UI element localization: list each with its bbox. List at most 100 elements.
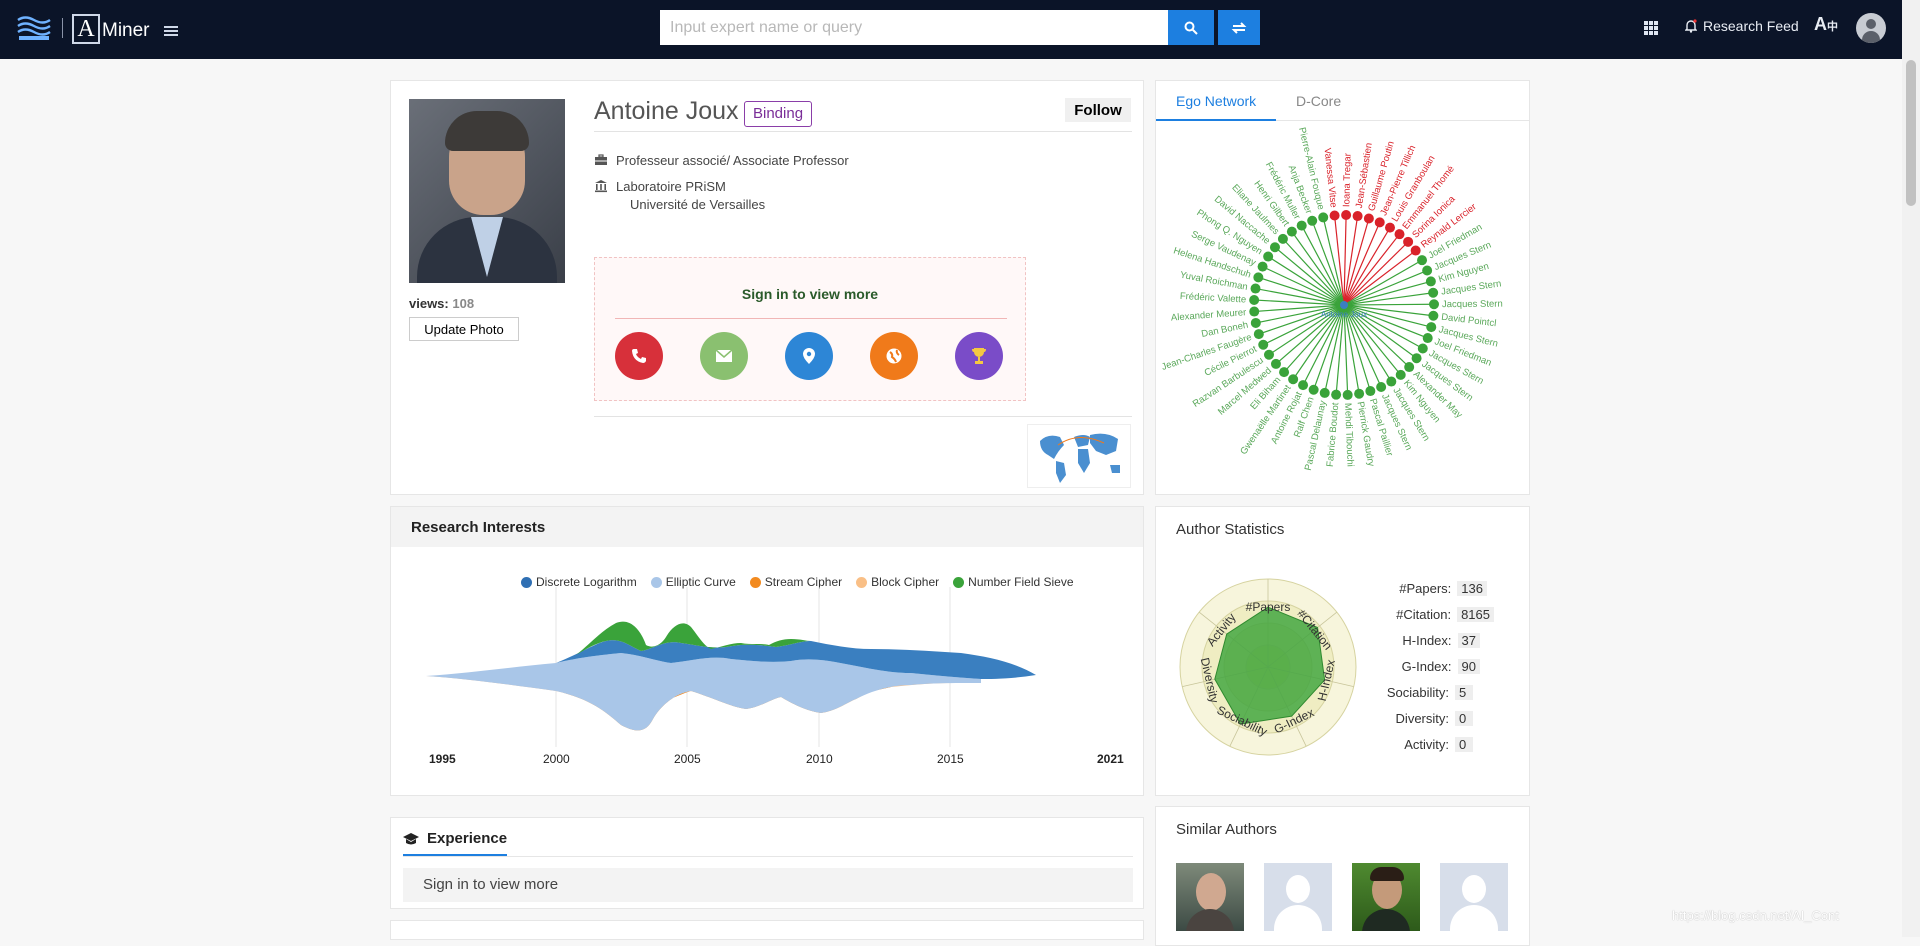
ego-node[interactable] [1365, 386, 1376, 397]
ego-node[interactable] [1428, 299, 1439, 310]
ego-node[interactable] [1384, 222, 1395, 233]
location-icon[interactable] [785, 332, 833, 380]
swap-search-button[interactable] [1218, 10, 1260, 45]
research-interests-title: Research Interests [411, 519, 546, 536]
ego-node[interactable] [1394, 229, 1405, 240]
ego-node[interactable] [1249, 295, 1260, 306]
x-tick-label: 2021 [1097, 752, 1124, 766]
contact-signin-text[interactable]: Sign in to view more [595, 286, 1025, 302]
award-icon[interactable] [955, 332, 1003, 380]
vicvest-logo-icon[interactable] [16, 14, 52, 42]
ego-node[interactable] [1307, 215, 1318, 226]
stat-row: H-Index: 37 [1356, 633, 1516, 648]
similar-author-avatar[interactable] [1264, 863, 1332, 931]
stat-value: 8165 [1457, 607, 1494, 622]
ego-node[interactable] [1331, 389, 1342, 400]
user-avatar[interactable] [1856, 13, 1886, 43]
follow-button[interactable]: Follow [1065, 98, 1131, 122]
ego-node[interactable] [1342, 389, 1353, 400]
search-input[interactable] [660, 10, 1168, 45]
ego-node[interactable] [1318, 212, 1329, 223]
similar-author-avatar[interactable] [1176, 863, 1244, 931]
ego-node[interactable] [1296, 220, 1307, 231]
ego-node[interactable] [1341, 210, 1352, 221]
ego-node[interactable] [1298, 380, 1309, 391]
ego-node[interactable] [1258, 339, 1269, 350]
experience-label: Experience [427, 830, 508, 847]
menu-icon[interactable] [164, 26, 178, 36]
similar-author-avatar[interactable] [1352, 863, 1420, 931]
update-photo-button[interactable]: Update Photo [409, 317, 519, 341]
ego-node[interactable] [1428, 287, 1439, 298]
aminer-logo[interactable]: A Miner [72, 12, 150, 44]
ego-node[interactable] [1270, 358, 1281, 369]
homepage-icon[interactable] [870, 332, 918, 380]
apps-grid-icon[interactable] [1644, 21, 1658, 35]
ego-node[interactable] [1363, 213, 1374, 224]
phone-icon[interactable] [615, 332, 663, 380]
ego-node[interactable] [1417, 255, 1428, 266]
ego-node[interactable] [1253, 272, 1264, 283]
ego-node[interactable] [1411, 353, 1422, 364]
profile-card: views: 108 Update Photo Antoine Joux Bin… [390, 80, 1144, 495]
ego-node[interactable] [1404, 362, 1415, 373]
ego-node[interactable] [1428, 310, 1439, 321]
stat-value: 5 [1455, 685, 1473, 700]
ego-node[interactable] [1249, 306, 1260, 317]
ego-node[interactable] [1286, 226, 1297, 237]
ego-node[interactable] [1257, 261, 1268, 272]
email-icon[interactable] [700, 332, 748, 380]
tab-ego-network[interactable]: Ego Network [1156, 81, 1277, 121]
experience-signin-text[interactable]: Sign in to view more [403, 868, 1133, 902]
ego-node[interactable] [1269, 242, 1280, 253]
stat-label: Diversity: [1395, 711, 1449, 726]
tab-d-core[interactable]: D-Core [1276, 81, 1361, 121]
ego-node[interactable] [1279, 367, 1290, 378]
ego-node[interactable] [1417, 343, 1428, 354]
ego-node[interactable] [1263, 251, 1274, 262]
research-feed-link[interactable]: Research Feed [1685, 18, 1799, 34]
ego-node[interactable] [1386, 376, 1397, 387]
ego-node[interactable] [1422, 333, 1433, 344]
ego-node[interactable] [1395, 369, 1406, 380]
similar-author-avatar[interactable] [1440, 863, 1508, 931]
experience-card: Experience Sign in to view more [390, 817, 1144, 909]
ego-center-node[interactable] [1340, 301, 1348, 309]
legend-swatch [521, 576, 532, 588]
translate-icon[interactable]: A中 [1814, 14, 1838, 35]
ego-node[interactable] [1425, 276, 1436, 287]
scrollbar-thumb[interactable] [1906, 60, 1916, 206]
experience-title[interactable]: Experience [403, 830, 507, 847]
ego-node[interactable] [1250, 317, 1261, 328]
ego-node[interactable] [1422, 265, 1433, 276]
stat-value: 0 [1455, 737, 1473, 752]
ego-node[interactable] [1354, 388, 1365, 399]
research-streamgraph[interactable]: 1995 2000 2005 2010 2015 2021 [391, 587, 1145, 797]
ego-node[interactable] [1376, 381, 1387, 392]
legend-swatch [650, 576, 662, 588]
ego-node[interactable] [1410, 245, 1421, 256]
binding-button[interactable]: Binding [744, 101, 813, 127]
ego-network-graph[interactable]: Vanessa Vitse Ioana Tregar Jean-SébastienG… [1156, 123, 1531, 493]
ego-node[interactable] [1308, 384, 1319, 395]
world-map-thumbnail[interactable] [1027, 424, 1131, 488]
stat-label: Sociability: [1386, 685, 1449, 700]
ego-node[interactable] [1329, 210, 1340, 221]
search-button[interactable] [1168, 10, 1214, 45]
ego-node[interactable] [1374, 217, 1385, 228]
ego-network-card: Ego Network D-Core Vanessa Vitse Ioana Tr… [1155, 80, 1530, 495]
ego-node[interactable] [1319, 387, 1330, 398]
ego-node[interactable] [1253, 329, 1264, 340]
ego-node[interactable] [1403, 236, 1414, 247]
ego-node[interactable] [1426, 322, 1437, 333]
ego-node[interactable] [1263, 349, 1274, 360]
lab-row: Laboratoire PRiSM Université de Versaill… [594, 179, 765, 212]
ego-node[interactable] [1288, 374, 1299, 385]
ego-node[interactable] [1250, 283, 1261, 294]
ego-center-label: Antoine Joux [1321, 310, 1367, 319]
ego-node[interactable] [1352, 211, 1363, 222]
similar-authors-title: Similar Authors [1176, 821, 1277, 838]
ego-node[interactable] [1277, 233, 1288, 244]
ego-node-label: Fabrice Boudot [1325, 402, 1342, 468]
institution-icon [595, 180, 607, 193]
